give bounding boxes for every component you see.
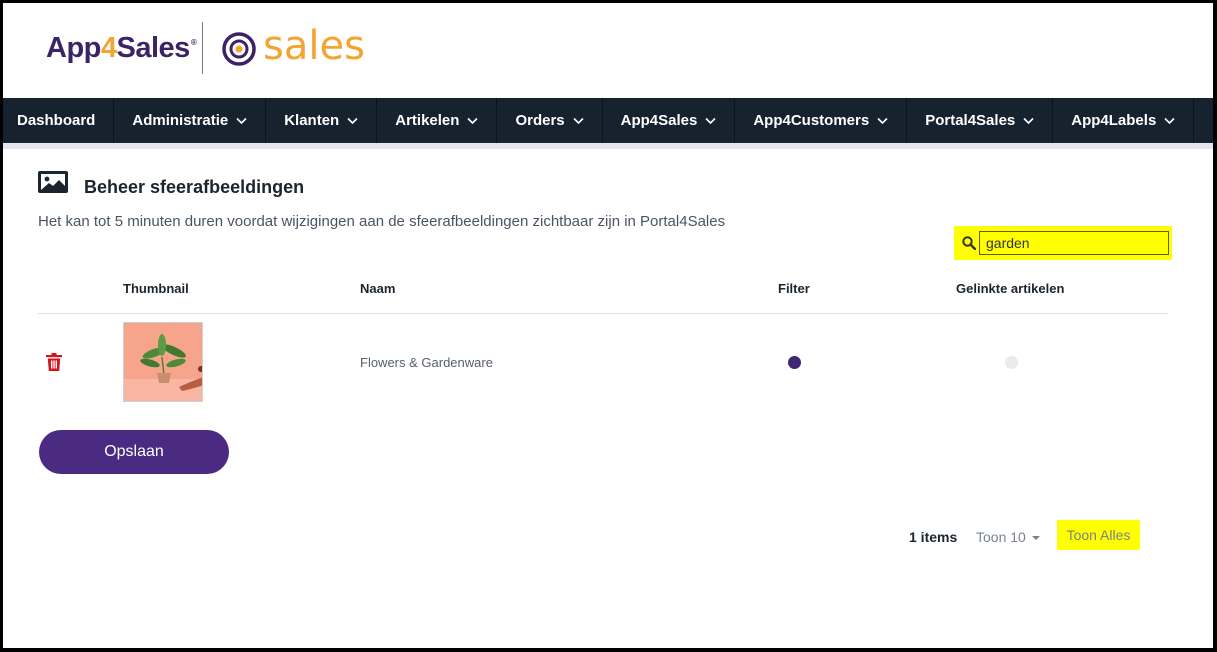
chevron-down-icon [877, 117, 888, 125]
page-size-label: Toon 10 [976, 529, 1026, 545]
row-name: Flowers & Gardenware [360, 355, 493, 370]
row-thumbnail-image[interactable] [123, 322, 203, 402]
column-header-linked-articles[interactable]: Gelinkte artikelen [956, 281, 1064, 296]
nav-item-label: App4Customers [753, 112, 870, 129]
chevron-down-icon [573, 117, 584, 125]
header: App4Sales® sales [3, 3, 1213, 98]
nav-item-artikelen[interactable]: Artikelen [377, 98, 498, 143]
nav-underline [3, 143, 1213, 149]
info-text: Het kan tot 5 minuten duren voordat wijz… [38, 213, 726, 230]
table-header-divider [38, 313, 1168, 314]
nav-item-label: Dashboard [17, 112, 96, 129]
column-header-thumbnail[interactable]: Thumbnail [123, 281, 189, 296]
logo-text-app: App [46, 32, 101, 64]
nav-item-label: Portal4Sales [925, 112, 1016, 129]
target-logo-icon [222, 32, 256, 66]
nav-item-app4customers[interactable]: App4Customers [735, 98, 908, 143]
nav-item-label: App4Sales [620, 112, 698, 129]
chevron-down-icon [236, 117, 247, 125]
chevron-down-icon [1164, 117, 1175, 125]
nav-item-portal4sales[interactable]: Portal4Sales [907, 98, 1054, 143]
show-all-button[interactable]: Toon Alles [1057, 520, 1140, 550]
chevron-down-icon [467, 117, 479, 125]
app4sales-logo[interactable]: App4Sales® [46, 32, 197, 65]
chevron-down-icon [347, 117, 358, 125]
search-box [954, 226, 1172, 260]
nav-item-orders[interactable]: Orders [497, 98, 603, 143]
linked-articles-toggle[interactable] [1005, 356, 1018, 369]
logo-divider [202, 22, 203, 74]
product-name: sales [263, 23, 365, 69]
app-window: App4Sales® sales Dashboard Administratie K… [3, 3, 1213, 648]
registered-mark: ® [190, 38, 197, 47]
page-size-dropdown[interactable]: Toon 10 [976, 529, 1040, 545]
column-header-filter[interactable]: Filter [778, 281, 810, 296]
search-input[interactable] [979, 231, 1169, 255]
page-title: Beheer sfeerafbeeldingen [84, 177, 305, 197]
nav-item-klanten[interactable]: Klanten [266, 98, 378, 143]
nav-item-label: Klanten [284, 112, 340, 129]
plant-thumbnail-icon [124, 323, 202, 401]
main-nav: Dashboard Administratie Klanten Artikelen Or… [3, 98, 1213, 143]
search-icon [962, 236, 976, 250]
nav-item-app4labels[interactable]: App4Labels [1053, 98, 1195, 143]
items-count: 1 items [909, 529, 958, 545]
delete-icon[interactable] [46, 353, 62, 371]
logo-text-sales: Sales [116, 32, 191, 64]
logo-text-four: 4 [100, 32, 117, 64]
nav-item-label: Orders [515, 112, 565, 129]
image-icon [38, 171, 68, 193]
nav-item-label: App4Labels [1071, 112, 1157, 129]
nav-item-app4sales[interactable]: App4Sales [603, 98, 736, 143]
filter-toggle[interactable] [788, 356, 801, 369]
nav-item-label: Administratie [132, 112, 229, 129]
caret-down-icon [1031, 536, 1040, 541]
nav-item-label: Artikelen [395, 112, 460, 129]
nav-item-dashboard[interactable]: Dashboard [3, 98, 115, 143]
chevron-down-icon [705, 117, 716, 125]
save-button[interactable]: Opslaan [39, 430, 229, 474]
column-header-name[interactable]: Naam [360, 281, 395, 296]
chevron-down-icon [1023, 117, 1034, 125]
nav-item-administratie[interactable]: Administratie [114, 98, 267, 143]
